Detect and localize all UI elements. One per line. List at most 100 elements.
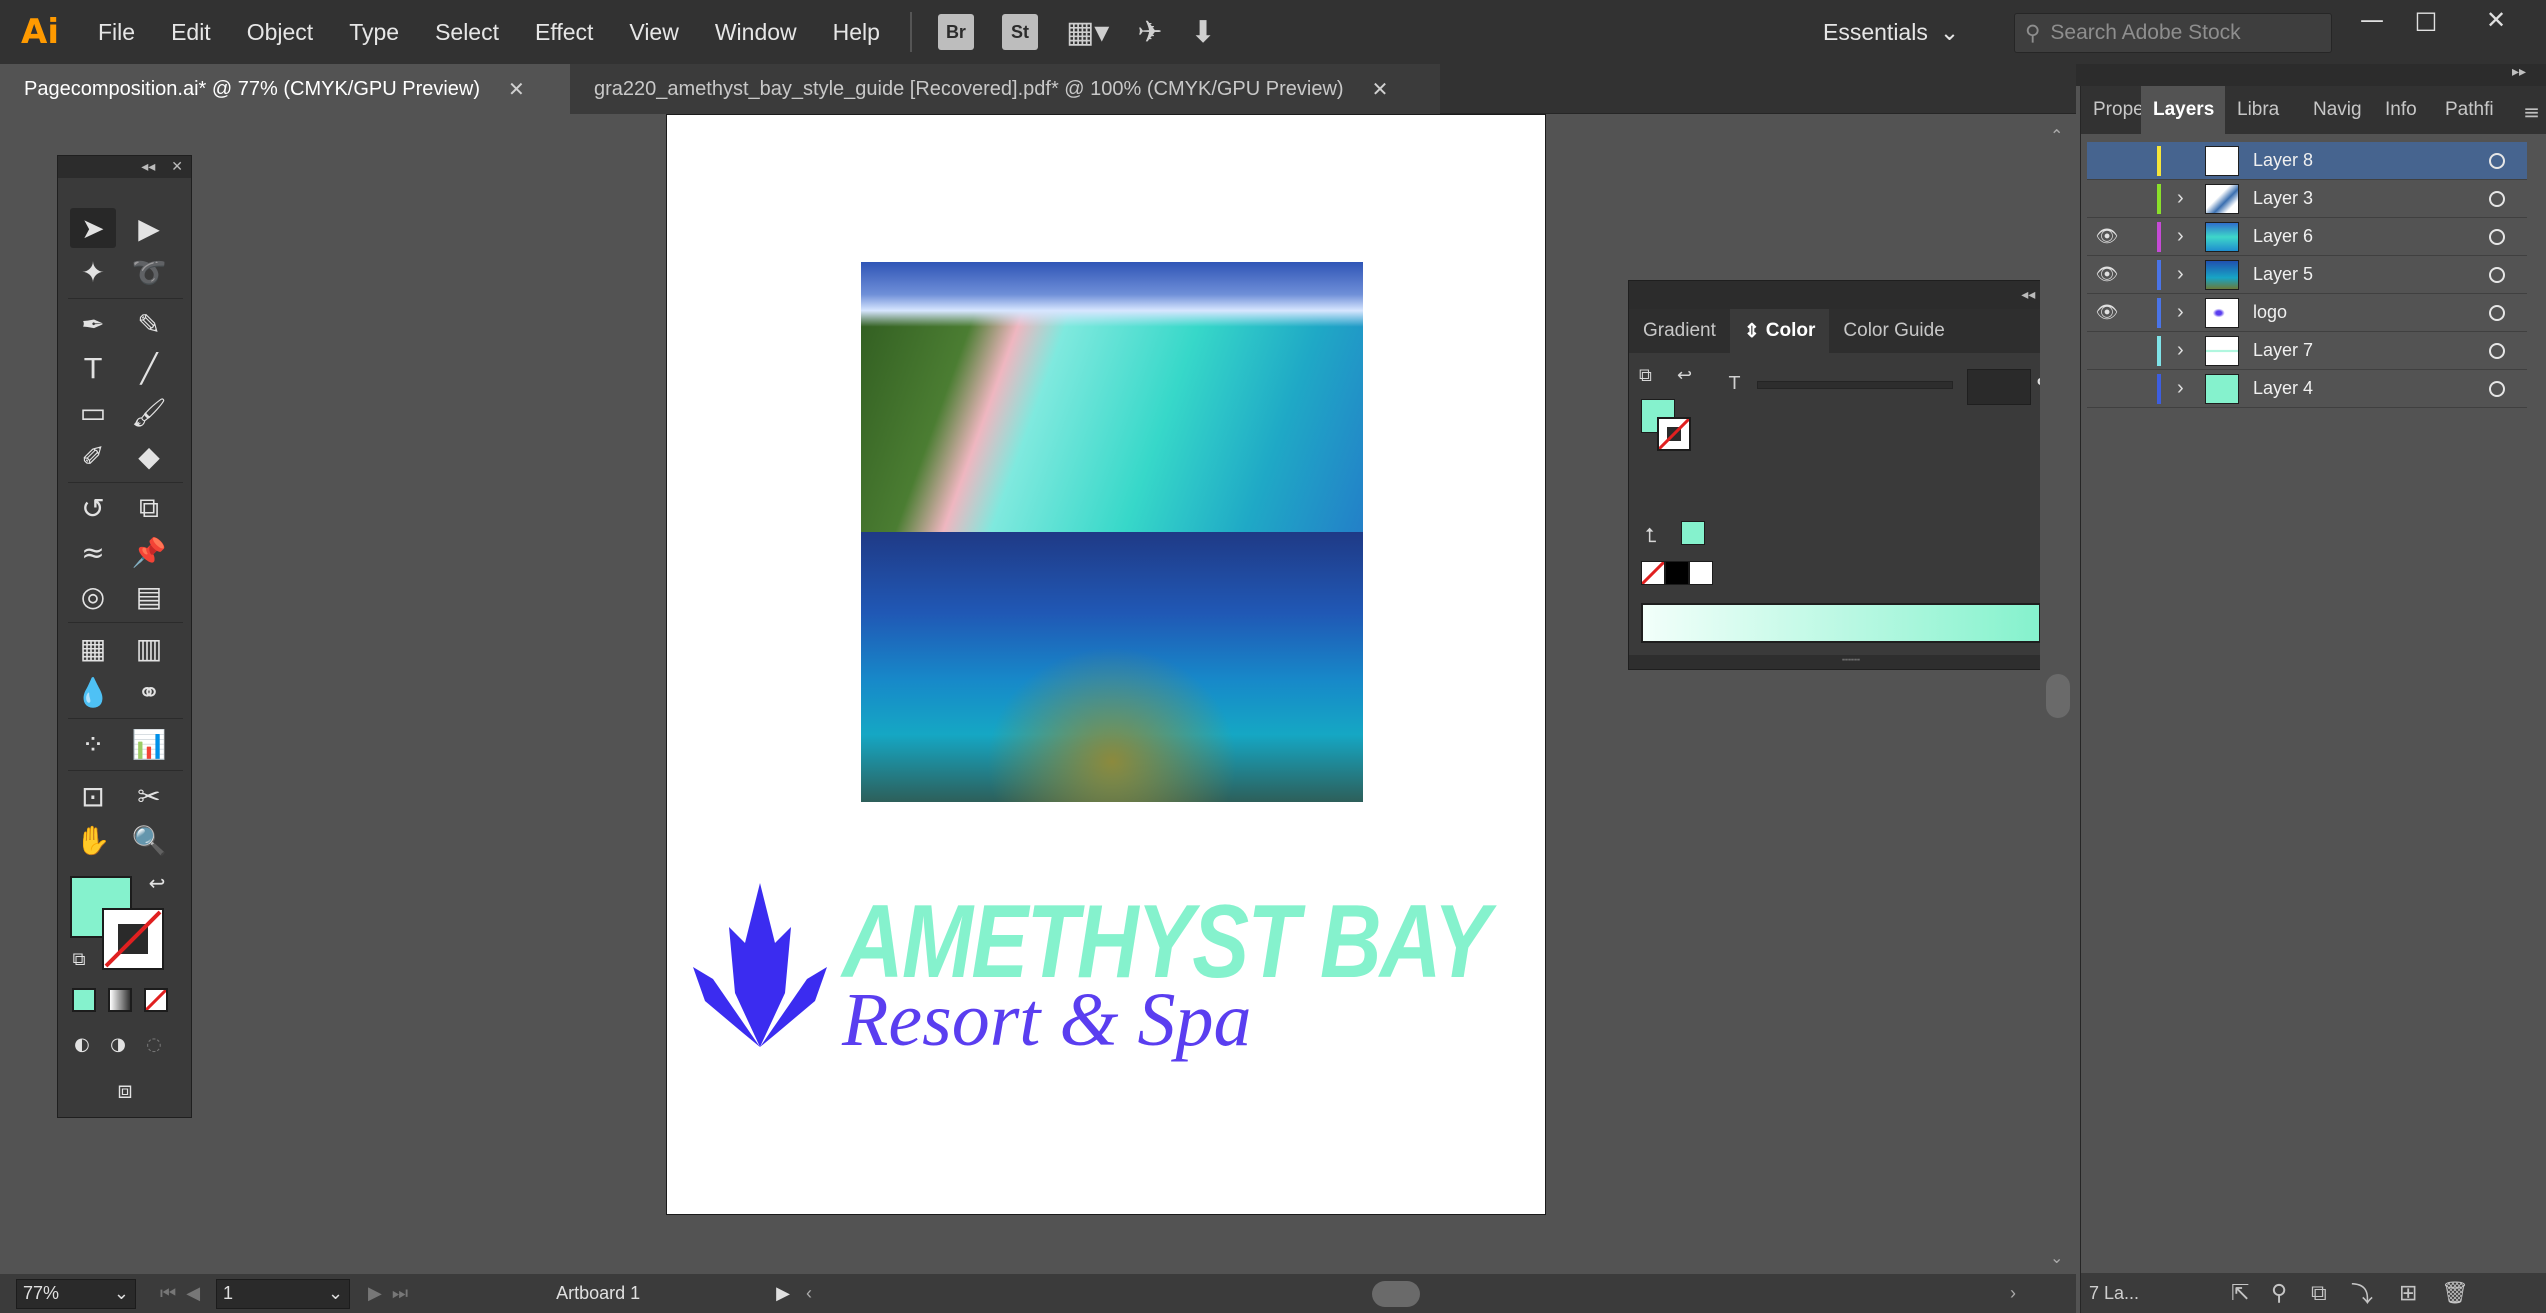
- tint-slider[interactable]: [1757, 381, 1953, 389]
- trash-icon[interactable]: 🗑: [2441, 1280, 2469, 1306]
- default-colors-icon[interactable]: ⧉: [64, 944, 94, 974]
- stock-button[interactable]: St: [1001, 14, 1038, 50]
- perspective-grid-tool-icon[interactable]: ▤: [126, 576, 172, 616]
- tab-pagecomposition[interactable]: Pagecomposition.ai* @ 77% (CMYK/GPU Prev…: [0, 64, 570, 114]
- chevron-right-icon[interactable]: ›: [2177, 263, 2205, 286]
- color-panel-header[interactable]: ◂◂ ✕: [1629, 281, 2073, 309]
- target-icon[interactable]: [2489, 190, 2505, 207]
- horizontal-scroll-thumb[interactable]: [1372, 1280, 1420, 1307]
- target-icon[interactable]: [2489, 228, 2505, 245]
- close-icon[interactable]: ✕: [508, 77, 525, 102]
- chevron-right-icon[interactable]: ›: [2177, 187, 2205, 210]
- scroll-up-icon[interactable]: ⌃: [2050, 126, 2063, 145]
- menu-object[interactable]: Object: [229, 0, 331, 64]
- first-artboard-icon[interactable]: ⏮: [160, 1283, 176, 1304]
- gpu-performance-icon[interactable]: ✈: [1137, 15, 1162, 50]
- paintbrush-tool-icon[interactable]: 🖌: [126, 392, 172, 432]
- shape-builder-tool-icon[interactable]: ◎: [70, 576, 116, 616]
- workspace-switcher[interactable]: Essentials ⌄: [1823, 12, 1983, 52]
- default-fill-stroke-icon[interactable]: ⧉: [1639, 365, 1652, 386]
- chevron-right-icon[interactable]: ›: [2177, 339, 2205, 362]
- collapse-icon[interactable]: ◂◂: [2021, 287, 2035, 303]
- color-mode-icon[interactable]: [72, 988, 96, 1012]
- chevron-right-icon[interactable]: ›: [2177, 225, 2205, 248]
- vertical-scrollbar[interactable]: ⌃ ⌄: [2040, 114, 2076, 1274]
- export-icon[interactable]: ⇱: [2231, 1280, 2249, 1306]
- tab-style-guide[interactable]: gra220_amethyst_bay_style_guide [Recover…: [570, 64, 1440, 114]
- rectangle-tool-icon[interactable]: ▭: [70, 392, 116, 432]
- minimize-button[interactable]: —: [2342, 0, 2402, 40]
- zoom-select[interactable]: 77% ⌄: [16, 1278, 136, 1309]
- direct-selection-tool-icon[interactable]: ▶: [126, 208, 172, 248]
- layer-name[interactable]: Layer 6: [2253, 226, 2489, 247]
- artboard-tool-icon[interactable]: ⊡: [70, 776, 116, 816]
- menu-help[interactable]: Help: [815, 0, 898, 64]
- snorkel-reef-image[interactable]: [861, 532, 1363, 802]
- close-icon[interactable]: ✕: [1372, 77, 1389, 102]
- layer-row[interactable]: › Layer 3: [2087, 180, 2527, 218]
- scroll-right-icon[interactable]: ›: [2010, 1283, 2016, 1304]
- collapse-icon[interactable]: ◂◂: [141, 159, 155, 175]
- symbol-sprayer-tool-icon[interactable]: ⁘: [70, 724, 116, 764]
- none-mode-icon[interactable]: [144, 988, 168, 1012]
- artboard-number-select[interactable]: 1 ⌄: [216, 1278, 351, 1309]
- layer-row[interactable]: › Layer 4: [2087, 370, 2527, 408]
- eye-icon[interactable]: 👁: [2087, 226, 2127, 247]
- scroll-down-icon[interactable]: ⌄: [2050, 1248, 2063, 1267]
- screen-mode-icon[interactable]: ⧈: [100, 1072, 150, 1108]
- target-icon[interactable]: [2489, 380, 2505, 397]
- chevron-right-icon[interactable]: ›: [2177, 301, 2205, 324]
- column-graph-tool-icon[interactable]: 📊: [126, 724, 172, 764]
- menu-edit[interactable]: Edit: [153, 0, 229, 64]
- draw-inside-icon[interactable]: ◌: [138, 1028, 170, 1060]
- target-icon[interactable]: [2489, 304, 2505, 321]
- eye-icon[interactable]: 👁: [2087, 302, 2127, 323]
- tab-pathfinder[interactable]: Pathfi: [2433, 86, 2513, 134]
- swap-colors-icon[interactable]: ↩: [142, 868, 172, 898]
- width-tool-icon[interactable]: ≈: [70, 532, 116, 572]
- dock-collapse-bar[interactable]: ▸▸: [2076, 64, 2546, 86]
- next-artboard-icon[interactable]: ▶: [368, 1283, 382, 1304]
- logo-subtitle-text[interactable]: Resort & Spa: [842, 975, 1442, 1065]
- panel-resize-grip[interactable]: ┅┅┅: [1629, 655, 2073, 669]
- beach-aerial-image[interactable]: [861, 262, 1363, 532]
- target-icon[interactable]: [2489, 342, 2505, 359]
- locate-object-icon[interactable]: ⚲: [2271, 1280, 2287, 1306]
- gradient-mode-icon[interactable]: [108, 988, 132, 1012]
- black-swatch[interactable]: [1665, 561, 1689, 585]
- selection-tool-icon[interactable]: ➤: [70, 208, 116, 248]
- stroke-swatch[interactable]: [1657, 417, 1691, 451]
- pen-tool-icon[interactable]: ✒: [70, 304, 116, 344]
- line-tool-icon[interactable]: ╱: [126, 348, 172, 388]
- last-artboard-icon[interactable]: ⏭: [392, 1283, 408, 1304]
- layer-row[interactable]: 👁 › logo: [2087, 294, 2527, 332]
- eyedropper-tool-icon[interactable]: 💧: [70, 672, 116, 712]
- layer-name[interactable]: Layer 7: [2253, 340, 2489, 361]
- layer-name[interactable]: logo: [2253, 302, 2489, 323]
- menu-file[interactable]: File: [80, 0, 153, 64]
- eye-icon[interactable]: 👁: [2087, 264, 2127, 285]
- white-swatch[interactable]: [1689, 561, 1713, 585]
- stock-search-input[interactable]: ⚲ Search Adobe Stock: [2014, 13, 2332, 53]
- arrange-documents-icon[interactable]: ▦▾: [1066, 15, 1109, 50]
- layer-name[interactable]: Layer 4: [2253, 378, 2489, 399]
- draw-behind-icon[interactable]: ◑: [102, 1028, 134, 1060]
- type-tool-icon[interactable]: T: [70, 348, 116, 388]
- tab-layers[interactable]: Layers: [2141, 86, 2225, 134]
- layer-name[interactable]: Layer 3: [2253, 188, 2489, 209]
- menu-view[interactable]: View: [611, 0, 696, 64]
- scroll-left-icon[interactable]: ‹: [806, 1283, 812, 1304]
- hand-tool-icon[interactable]: ✋: [70, 820, 116, 860]
- gamut-swatch[interactable]: [1681, 521, 1705, 545]
- tab-color-guide[interactable]: Color Guide: [1829, 309, 1958, 353]
- color-spectrum-ramp[interactable]: [1641, 603, 2041, 643]
- swap-fill-stroke-icon[interactable]: ↩: [1677, 365, 1692, 386]
- menu-select[interactable]: Select: [417, 0, 517, 64]
- maximize-button[interactable]: □: [2396, 0, 2456, 40]
- target-icon[interactable]: [2489, 152, 2505, 169]
- tab-gradient[interactable]: Gradient: [1629, 309, 1730, 353]
- menu-window[interactable]: Window: [697, 0, 815, 64]
- status-menu-icon[interactable]: ▶: [776, 1283, 790, 1304]
- rotate-tool-icon[interactable]: ↺: [70, 488, 116, 528]
- layer-name[interactable]: Layer 8: [2253, 150, 2489, 171]
